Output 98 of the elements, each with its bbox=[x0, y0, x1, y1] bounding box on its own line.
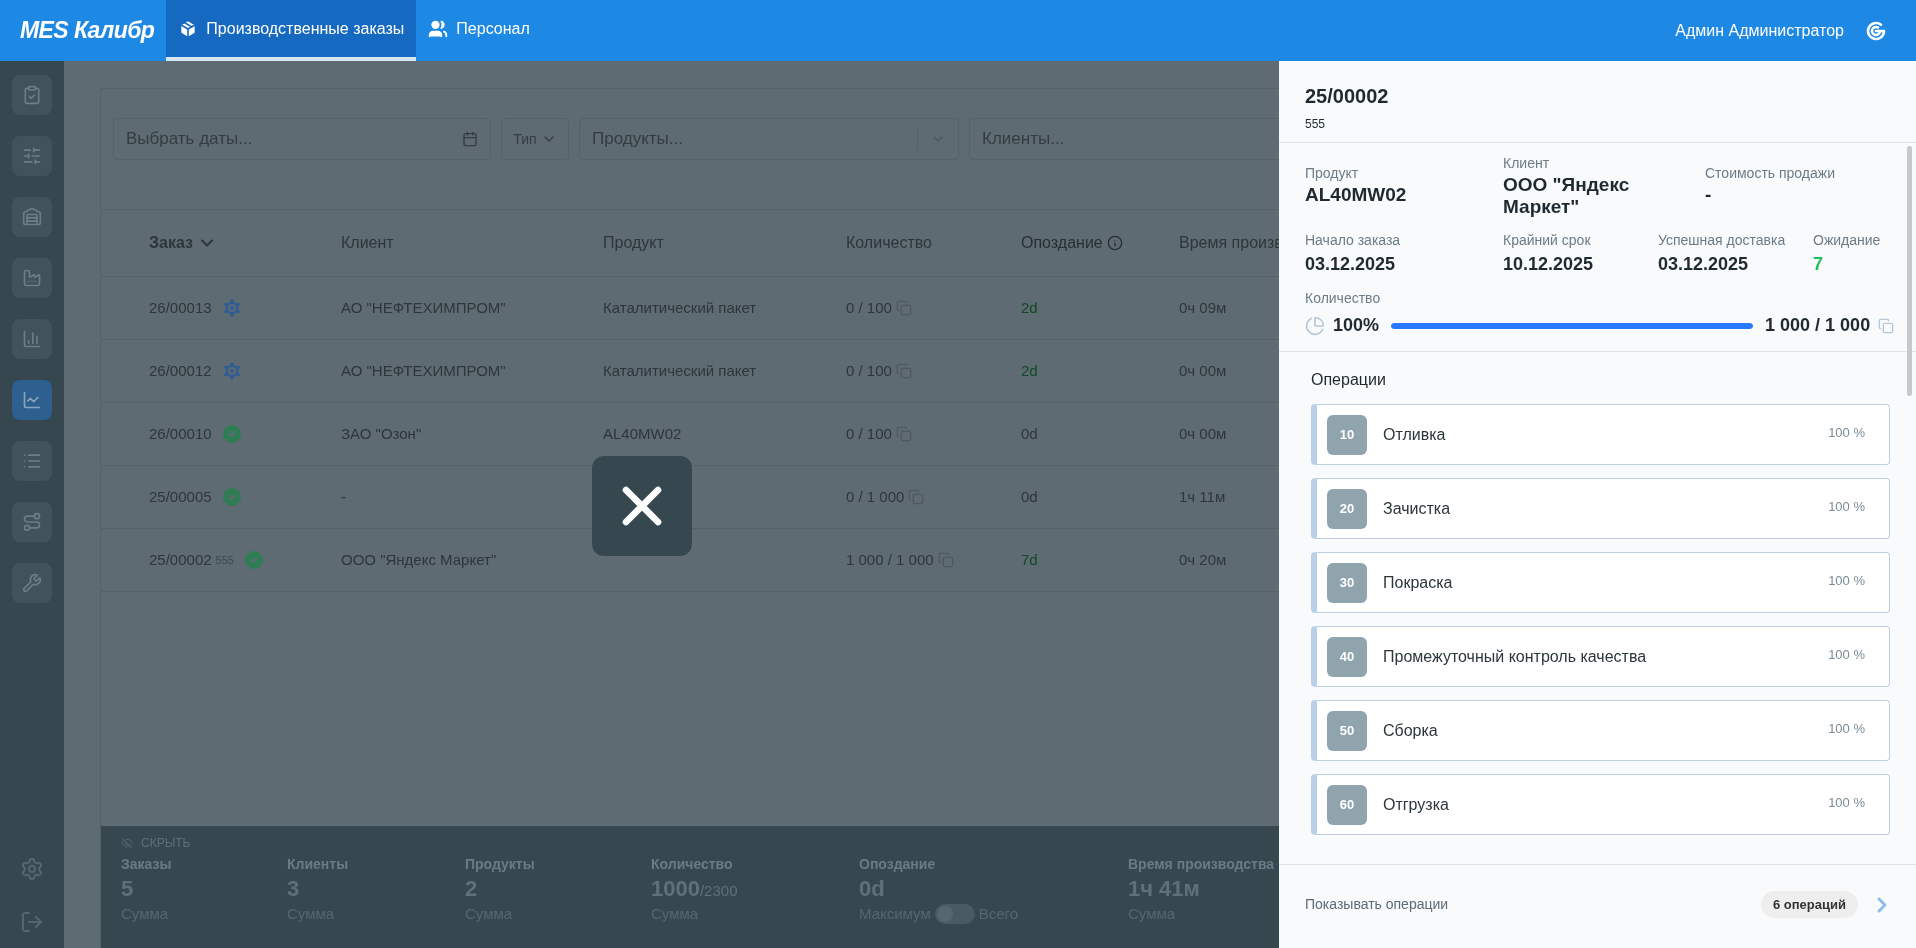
field-label: Продукт bbox=[1305, 164, 1360, 183]
user-name[interactable]: Админ Администратор bbox=[1675, 18, 1844, 43]
operation-card[interactable]: 50 Сборка 100 % bbox=[1311, 700, 1890, 761]
bar-chart-icon bbox=[22, 329, 42, 349]
quantity-percent: 100% bbox=[1333, 314, 1380, 337]
sidebar-button[interactable] bbox=[12, 502, 52, 542]
operation-card[interactable]: 60 Отгрузка 100 % bbox=[1311, 774, 1890, 835]
nav-tab[interactable]: Персонал bbox=[416, 0, 542, 61]
operation-number: 30 bbox=[1327, 562, 1367, 603]
sidebar-button[interactable] bbox=[12, 136, 52, 176]
operation-name: Зачистка bbox=[1383, 498, 1452, 519]
field-label: Стоимость продажи bbox=[1705, 164, 1836, 183]
operation-number: 40 bbox=[1327, 636, 1367, 677]
order-number: 26/00013 bbox=[149, 297, 212, 318]
app-logo[interactable]: MES Калибр bbox=[0, 13, 167, 48]
operation-number: 20 bbox=[1327, 488, 1367, 529]
column-header[interactable]: Заказ bbox=[149, 231, 217, 255]
sidebar-button[interactable] bbox=[12, 380, 52, 420]
order-number: 26/00010 bbox=[149, 423, 212, 444]
toggle-switch[interactable] bbox=[934, 903, 975, 924]
field-value: 7 bbox=[1813, 253, 1824, 276]
logout-icon[interactable] bbox=[20, 910, 44, 934]
field-label: Крайний срок bbox=[1503, 231, 1592, 250]
client-cell-text: ООО "Яндекс Маркет" bbox=[341, 549, 498, 570]
client-cell-text: АО "НЕФТЕХИМПРОМ" bbox=[341, 360, 507, 381]
field-value: 03.12.2025 bbox=[1305, 253, 1397, 276]
sidebar-button[interactable] bbox=[12, 563, 52, 603]
order-number: 25/00002 bbox=[149, 549, 212, 570]
field-value: - bbox=[1705, 184, 1713, 206]
column-header[interactable]: Опоздание bbox=[1021, 231, 1123, 255]
operation-percent: 100 % bbox=[1828, 572, 1865, 590]
panel-order-note: 555 bbox=[1305, 116, 1327, 133]
operation-percent: 100 % bbox=[1828, 794, 1865, 812]
field-label: Начало заказа bbox=[1305, 231, 1402, 250]
sidebar-button[interactable] bbox=[12, 441, 52, 481]
field-value: 03.12.2025 bbox=[1658, 253, 1750, 276]
quantity-reading: 1 000 / 1 000 bbox=[1765, 314, 1871, 337]
order-number: 25/00005 bbox=[149, 486, 212, 507]
line-chart-icon bbox=[22, 390, 42, 410]
footer-label: Показывать операции bbox=[1305, 895, 1450, 914]
people-icon bbox=[428, 18, 449, 39]
clipboard-check-icon bbox=[22, 85, 42, 105]
delay-cell-text: 2d bbox=[1021, 297, 1039, 318]
close-button[interactable] bbox=[592, 456, 692, 556]
nav-tab[interactable]: Производственные заказы bbox=[166, 0, 417, 61]
operation-number: 50 bbox=[1327, 710, 1367, 751]
column-header[interactable]: Клиент bbox=[341, 231, 394, 255]
sidebar-button[interactable] bbox=[12, 258, 52, 298]
warehouse-icon bbox=[22, 207, 42, 227]
operation-number: 60 bbox=[1327, 784, 1367, 825]
operations-title: Операции bbox=[1311, 370, 1387, 390]
operation-card[interactable]: 10 Отливка 100 % bbox=[1311, 404, 1890, 465]
operation-name: Промежуточный контроль качества bbox=[1383, 646, 1648, 667]
route-icon bbox=[22, 512, 42, 532]
list-icon bbox=[22, 451, 42, 471]
product-cell: AL40MW02 bbox=[603, 424, 682, 442]
settings-icon[interactable] bbox=[20, 857, 44, 881]
field-value: 10.12.2025 bbox=[1503, 253, 1595, 276]
operation-card[interactable]: 30 Покраска 100 % bbox=[1311, 552, 1890, 613]
operation-percent: 100 % bbox=[1828, 498, 1865, 516]
sidebar-button[interactable] bbox=[12, 197, 52, 237]
scrollbar-thumb[interactable] bbox=[1907, 146, 1912, 396]
calendar-icon bbox=[462, 131, 478, 147]
client-cell-text: ЗАО "Озон" bbox=[341, 423, 423, 444]
operation-name: Отливка bbox=[1383, 424, 1447, 445]
operation-card[interactable]: 40 Промежуточный контроль качества 100 % bbox=[1311, 626, 1890, 687]
delay-cell-text: 7d bbox=[1021, 549, 1039, 570]
order-number: 26/00012 bbox=[149, 360, 212, 381]
operation-percent: 100 % bbox=[1828, 424, 1865, 442]
field-label: Ожидание bbox=[1813, 231, 1882, 250]
sidebar-button[interactable] bbox=[12, 75, 52, 115]
operation-percent: 100 % bbox=[1828, 720, 1865, 738]
client-cell-text: - bbox=[341, 486, 347, 507]
field-value: ООО "Яндекс Маркет" bbox=[1503, 174, 1631, 218]
operation-name: Сборка bbox=[1383, 720, 1439, 741]
operations-count-badge: 6 операций bbox=[1761, 890, 1858, 919]
pie-chart-icon bbox=[1305, 315, 1325, 336]
copy-icon[interactable] bbox=[1878, 317, 1895, 334]
panel-order-number: 25/00002 bbox=[1305, 84, 1390, 109]
client-cell-text: АО "НЕФТЕХИМПРОМ" bbox=[341, 297, 507, 318]
delay-cell-text: 2d bbox=[1021, 360, 1039, 381]
column-header[interactable]: Количество bbox=[846, 231, 932, 255]
column-header[interactable]: Продукт bbox=[603, 231, 664, 255]
operation-name: Покраска bbox=[1383, 572, 1454, 593]
eye-off-icon[interactable] bbox=[121, 837, 133, 849]
field-label: Клиент bbox=[1503, 154, 1551, 173]
field-value: AL40MW02 bbox=[1305, 184, 1408, 206]
field-label: Успешная доставка bbox=[1658, 231, 1787, 250]
info-icon bbox=[1106, 235, 1123, 251]
operation-percent: 100 % bbox=[1828, 646, 1865, 664]
factory-icon bbox=[22, 268, 42, 288]
operation-card[interactable]: 20 Зачистка 100 % bbox=[1311, 478, 1890, 539]
operation-number: 10 bbox=[1327, 414, 1367, 455]
sidebar-button[interactable] bbox=[12, 319, 52, 359]
sliders-icon bbox=[22, 146, 42, 166]
operation-name: Отгрузка bbox=[1383, 794, 1450, 815]
wrench-icon bbox=[22, 573, 42, 593]
field-label: Количество bbox=[1305, 290, 1381, 306]
